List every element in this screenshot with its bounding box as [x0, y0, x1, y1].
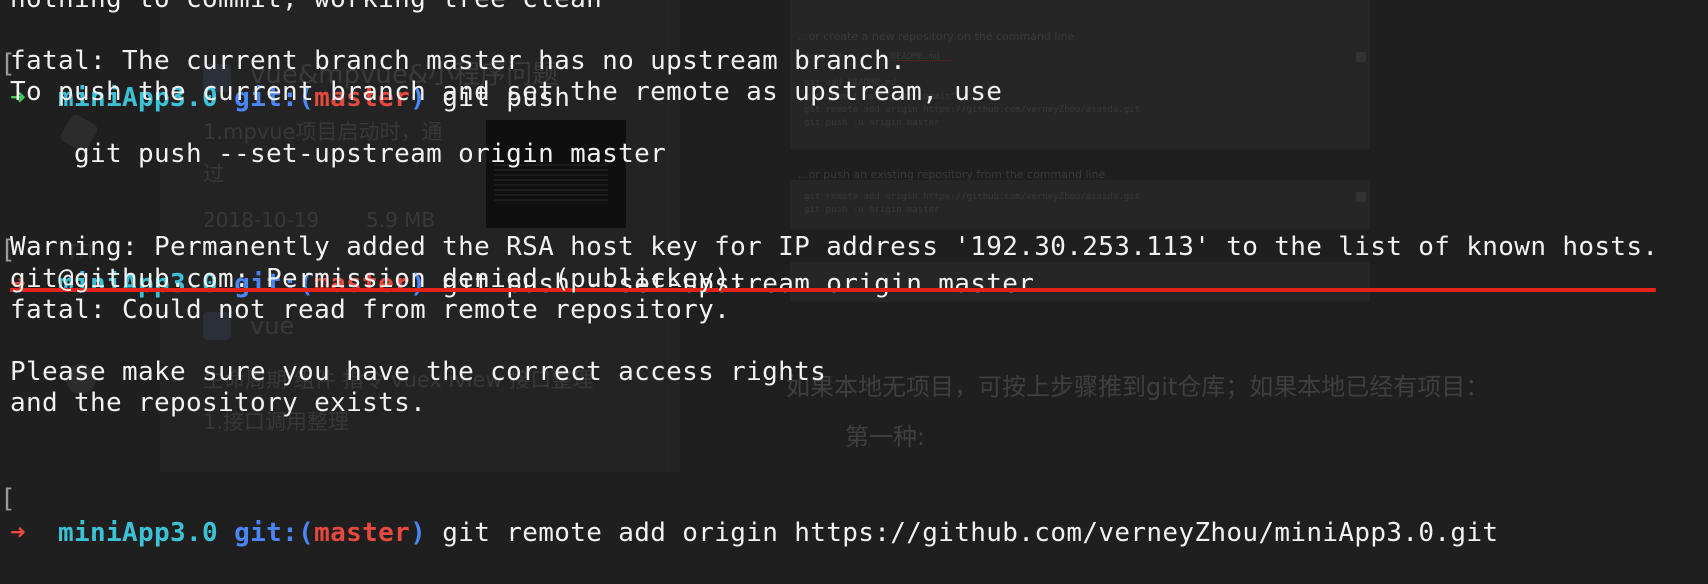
terminal-prompt: [ ➜ miniApp3.0 git:(master) git push --s…: [0, 199, 1034, 299]
terminal-line: and the repository exists.: [10, 388, 427, 418]
prompt-segment: ➜ miniApp3.0 git:(master) git remote add…: [10, 516, 1498, 550]
prompt-git-close: ): [410, 518, 427, 548]
terminal-line: fatal: The current branch master has no …: [10, 46, 907, 76]
terminal-line: git@github.com: Permission denied (publi…: [10, 264, 747, 294]
prompt-git-label: git:(: [234, 518, 315, 548]
terminal-warning-line: Warning: Permanently added the RSA host …: [10, 232, 1659, 262]
terminal-output[interactable]: nothing to commit, working tree clean [ …: [0, 0, 1708, 548]
arrow-error-icon: ➜: [10, 518, 27, 548]
terminal-prompt: [ ➜ miniApp3.0 git:(master) git push: [0, 13, 570, 113]
prompt-directory: miniApp3.0: [58, 518, 219, 548]
prompt-command: git remote add origin https://github.com…: [442, 518, 1499, 548]
prompt-bracket: [: [0, 484, 17, 514]
terminal-line: nothing to commit, working tree clean: [10, 0, 602, 16]
terminal-prompt: [ ➜ miniApp3.0 git:(master) git remote a…: [0, 448, 1498, 548]
terminal-line: To push the current branch and set the r…: [10, 77, 1003, 107]
terminal-line: Please make sure you have the correct ac…: [10, 357, 827, 387]
terminal-line: fatal: Could not read from remote reposi…: [10, 295, 731, 325]
prompt-branch: master: [314, 518, 411, 548]
terminal-line: git push --set-upstream origin master: [10, 139, 667, 169]
